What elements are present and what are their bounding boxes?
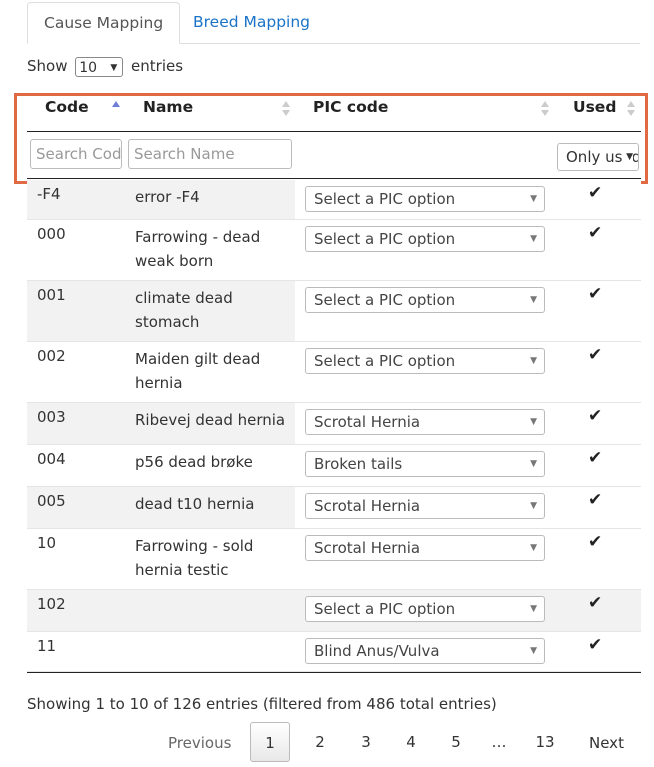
pic-code-value: Select a PIC option <box>314 291 456 309</box>
pic-code-value: Select a PIC option <box>314 190 456 208</box>
row-code: 004 <box>37 450 66 468</box>
row-code: 102 <box>37 595 66 613</box>
table-row: 11 Blind Anus/Vulva ▼ ✔ <box>27 632 641 672</box>
row-code: -F4 <box>37 185 61 203</box>
table-row: 10 Farrowing - sold hernia testic Scrotal … <box>27 529 641 590</box>
pic-code-select[interactable]: Select a PIC option ▼ <box>305 596 545 622</box>
pic-code-select[interactable]: Scrotal Hernia ▼ <box>305 535 545 561</box>
pagination-page[interactable]: 3 <box>356 722 376 762</box>
pic-code-select[interactable]: Select a PIC option ▼ <box>305 186 545 212</box>
pagination-page[interactable]: 1 <box>250 722 290 762</box>
pagination-page[interactable]: 13 <box>535 722 555 762</box>
pic-code-value: Scrotal Hernia <box>314 413 421 431</box>
chevron-down-icon: ▼ <box>530 459 537 469</box>
chevron-down-icon: ▼ <box>530 604 537 614</box>
length-suffix: entries <box>131 57 184 75</box>
checkmark-icon: ✔ <box>588 183 603 203</box>
row-name: p56 dead brøke <box>135 453 253 471</box>
chevron-down-icon: ▼ <box>530 646 537 656</box>
checkmark-icon: ✔ <box>588 284 603 304</box>
pic-code-select[interactable]: Select a PIC option ▼ <box>305 348 545 374</box>
row-code: 003 <box>37 408 66 426</box>
length-control: Show 10 ▼ entries <box>27 54 183 78</box>
chevron-down-icon: ▼ <box>530 234 537 244</box>
pic-code-value: Scrotal Hernia <box>314 539 421 557</box>
table-row: 002 Maiden gilt dead hernia Select a PIC o… <box>27 342 641 403</box>
row-code: 000 <box>37 225 66 243</box>
pic-code-value: Select a PIC option <box>314 230 456 248</box>
chevron-down-icon: ▼ <box>530 543 537 553</box>
checkmark-icon: ✔ <box>588 223 603 243</box>
table-row: 000 Farrowing - dead weak born Select a PI… <box>27 220 641 281</box>
highlight-box <box>14 93 648 184</box>
row-name: error -F4 <box>135 188 200 206</box>
row-name: Farrowing - dead weak born <box>135 228 261 270</box>
pic-code-value: Select a PIC option <box>314 352 456 370</box>
pic-code-value: Select a PIC option <box>314 600 456 618</box>
tab-bar: Cause Mapping Breed Mapping <box>27 0 640 44</box>
row-code: 11 <box>37 637 57 655</box>
chevron-down-icon: ▼ <box>530 356 537 366</box>
pic-code-select[interactable]: Scrotal Hernia ▼ <box>305 493 545 519</box>
table-row: 004 p56 dead brøke Broken tails ▼ ✔ <box>27 445 641 487</box>
checkmark-icon: ✔ <box>588 593 603 613</box>
chevron-down-icon: ▼ <box>530 194 537 204</box>
row-name: Ribevej dead hernia <box>135 411 286 429</box>
checkmark-icon: ✔ <box>588 448 603 468</box>
row-code: 001 <box>37 286 66 304</box>
table-row: 001 climate dead stomach Select a PIC opti… <box>27 281 641 342</box>
table-bottom-border <box>27 672 641 673</box>
table-row: -F4 error -F4 Select a PIC option ▼ ✔ <box>27 180 641 220</box>
table-info: Showing 1 to 10 of 126 entries (filtered… <box>27 695 497 713</box>
table-row: 102 Select a PIC option ▼ ✔ <box>27 590 641 632</box>
row-name: Maiden gilt dead hernia <box>135 350 261 392</box>
entries-per-page-value: 10 <box>79 59 98 76</box>
tab-cause-mapping[interactable]: Cause Mapping <box>27 2 181 44</box>
pagination-next[interactable]: Next <box>589 724 624 762</box>
pic-code-value: Scrotal Hernia <box>314 497 421 515</box>
pic-code-select[interactable]: Broken tails ▼ <box>305 451 545 477</box>
row-name: dead t10 hernia <box>135 495 255 513</box>
pagination-ellipsis: … <box>491 733 507 751</box>
chevron-down-icon: ▼ <box>110 62 118 73</box>
pagination-previous[interactable]: Previous <box>168 724 231 762</box>
table-row: 005 dead t10 hernia Scrotal Hernia ▼ ✔ <box>27 487 641 529</box>
pagination-page[interactable]: 2 <box>310 722 330 762</box>
tab-breed-mapping[interactable]: Breed Mapping <box>177 2 326 43</box>
checkmark-icon: ✔ <box>588 532 603 552</box>
table-row: 003 Ribevej dead hernia Scrotal Hernia ▼ ✔ <box>27 403 641 445</box>
row-name: Farrowing - sold hernia testic <box>135 537 254 579</box>
pic-code-value: Broken tails <box>314 455 403 473</box>
entries-per-page-select[interactable]: 10 ▼ <box>75 56 124 77</box>
pic-code-select[interactable]: Select a PIC option ▼ <box>305 226 545 252</box>
pic-code-value: Blind Anus/Vulva <box>314 642 440 660</box>
checkmark-icon: ✔ <box>588 345 603 365</box>
pic-code-select[interactable]: Scrotal Hernia ▼ <box>305 409 545 435</box>
row-name: climate dead stomach <box>135 289 233 331</box>
chevron-down-icon: ▼ <box>530 295 537 305</box>
row-code: 005 <box>37 492 66 510</box>
pic-code-select[interactable]: Blind Anus/Vulva ▼ <box>305 638 545 664</box>
row-code: 002 <box>37 347 66 365</box>
chevron-down-icon: ▼ <box>530 417 537 427</box>
length-prefix: Show <box>27 57 68 75</box>
pic-code-select[interactable]: Select a PIC option ▼ <box>305 287 545 313</box>
pagination-page[interactable]: 5 <box>446 722 466 762</box>
checkmark-icon: ✔ <box>588 635 603 655</box>
chevron-down-icon: ▼ <box>530 501 537 511</box>
pagination-page[interactable]: 4 <box>401 722 421 762</box>
checkmark-icon: ✔ <box>588 490 603 510</box>
row-code: 10 <box>37 534 57 552</box>
checkmark-icon: ✔ <box>588 406 603 426</box>
